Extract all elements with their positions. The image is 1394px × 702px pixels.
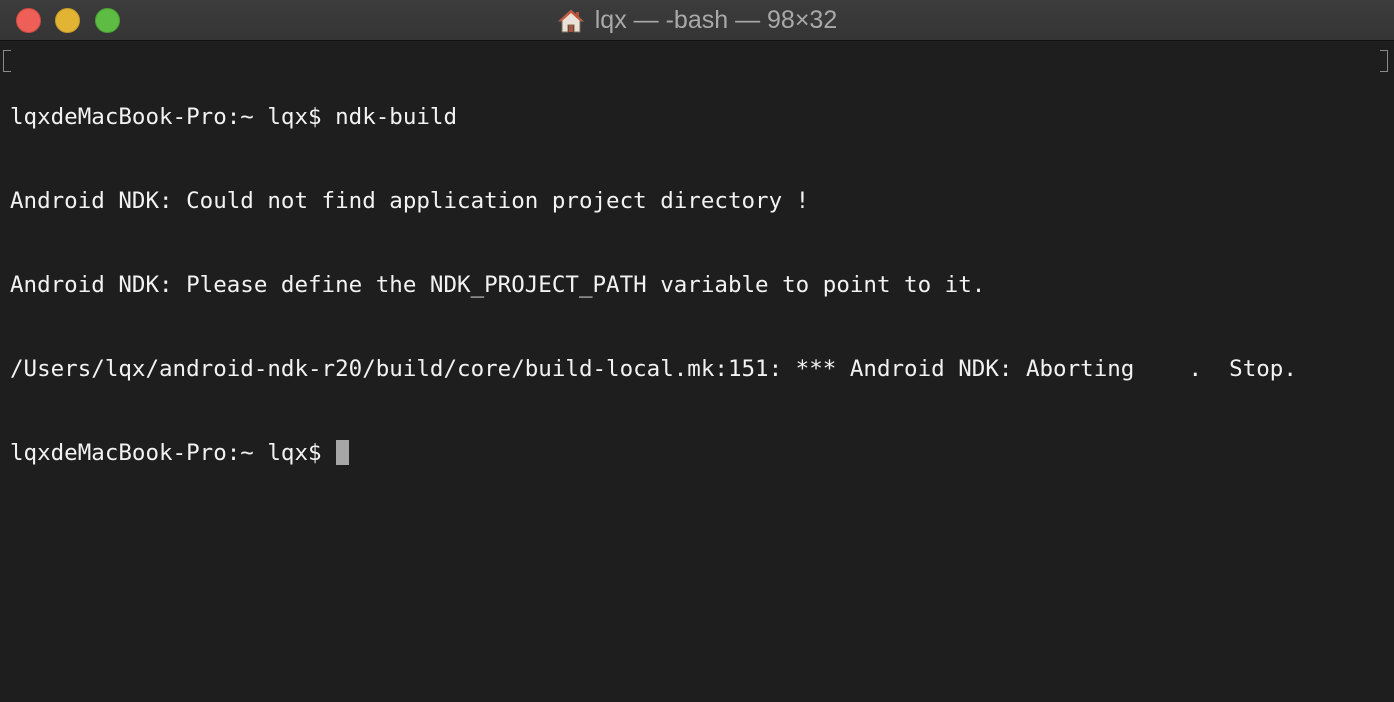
terminal-line: Android NDK: Please define the NDK_PROJE… bbox=[10, 272, 986, 298]
home-icon bbox=[557, 8, 585, 32]
terminal-lines: lqxdeMacBook-Pro:~ lqx$ ndk-build Androi… bbox=[10, 47, 1297, 523]
text-cursor bbox=[335, 440, 349, 465]
terminal-line: lqxdeMacBook-Pro:~ lqx$ ndk-build bbox=[10, 104, 458, 130]
mark-bracket-right bbox=[1380, 50, 1388, 72]
terminal-window: lqx — -bash — 98×32 lqxdeMacBook-Pro:~ l… bbox=[0, 0, 1394, 702]
window-title-text: lqx — -bash — 98×32 bbox=[594, 6, 838, 34]
terminal-output[interactable]: lqxdeMacBook-Pro:~ lqx$ ndk-build Androi… bbox=[0, 42, 1394, 702]
close-button[interactable] bbox=[16, 8, 41, 33]
terminal-line: /Users/lqx/android-ndk-r20/build/core/bu… bbox=[10, 356, 1297, 382]
terminal-line: Android NDK: Could not find application … bbox=[10, 188, 810, 214]
window-title: lqx — -bash — 98×32 bbox=[0, 0, 1394, 41]
zoom-button[interactable] bbox=[95, 8, 120, 33]
title-bar[interactable]: lqx — -bash — 98×32 bbox=[0, 0, 1394, 41]
minimize-button[interactable] bbox=[55, 8, 80, 33]
prompt-line: lqxdeMacBook-Pro:~ lqx$ bbox=[10, 439, 1297, 467]
shell-prompt: lqxdeMacBook-Pro:~ lqx$ bbox=[10, 440, 322, 466]
